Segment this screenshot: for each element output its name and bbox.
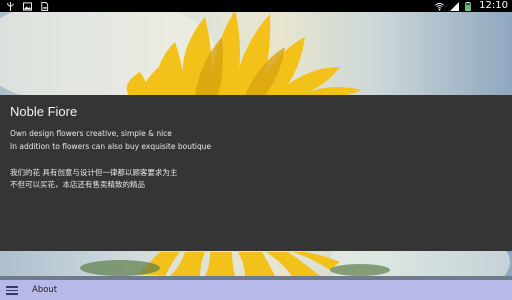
signal-icon bbox=[450, 1, 460, 11]
battery-icon bbox=[465, 1, 471, 11]
usb-icon bbox=[7, 1, 14, 11]
status-bar: 12:10 bbox=[0, 0, 512, 12]
wifi-icon bbox=[435, 2, 445, 11]
shop-title: Noble Fiore bbox=[10, 104, 78, 119]
bottom-bar: About bbox=[0, 280, 512, 300]
status-time: 12:10 bbox=[479, 0, 508, 11]
description-line: In addition to flowers can also buy exqu… bbox=[10, 142, 212, 151]
description-line: 不但可以买花，本店还有售卖精致的精品 bbox=[10, 180, 145, 189]
info-card: Noble Fiore Own design flowers creative,… bbox=[0, 95, 512, 251]
file-icon bbox=[41, 1, 49, 11]
description-line: Own design flowers creative, simple & ni… bbox=[10, 129, 172, 138]
menu-icon[interactable] bbox=[6, 285, 18, 295]
about-menu-item[interactable]: About bbox=[32, 285, 57, 295]
image-icon bbox=[23, 1, 32, 11]
description-line: 我们的花 具有创意与设计但一律都以顾客要求为主 bbox=[10, 168, 178, 177]
